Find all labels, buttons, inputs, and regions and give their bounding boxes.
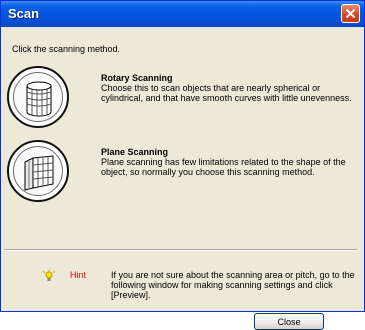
window-close-button[interactable] (341, 4, 360, 23)
window-title: Scan (8, 6, 40, 21)
plane-scanning-description: Plane scanning has few limitations relat… (101, 157, 346, 177)
rotary-scanning-title: Rotary Scanning (101, 73, 173, 83)
rotary-scanning-description: Choose this to scan objects that are nea… (101, 83, 352, 103)
rotary-scanning-button[interactable] (7, 66, 69, 128)
cylinder-icon (26, 81, 52, 117)
close-button[interactable]: Close (254, 313, 324, 330)
separator (4, 249, 357, 251)
close-icon (345, 8, 356, 19)
plane-icon (24, 155, 54, 191)
instruction-text: Click the scanning method. (12, 44, 121, 54)
plane-scanning-button[interactable] (7, 140, 69, 202)
title-bar[interactable]: Scan (1, 1, 364, 27)
dialog-body: Click the scanning method. Rotary Scanni… (4, 27, 361, 330)
hint-text: If you are not sure about the scanning a… (111, 270, 355, 300)
option-rotary-scanning: Rotary Scanning Choose this to scan obje… (4, 66, 359, 138)
hint-label: Hint (70, 270, 87, 280)
plane-scanning-title: Plane Scanning (101, 147, 169, 157)
option-plane-scanning: Plane Scanning Plane scanning has few li… (4, 140, 359, 212)
scan-dialog: Scan Click the scanning method. Rotary S… (0, 0, 365, 330)
lightbulb-icon (42, 270, 56, 281)
